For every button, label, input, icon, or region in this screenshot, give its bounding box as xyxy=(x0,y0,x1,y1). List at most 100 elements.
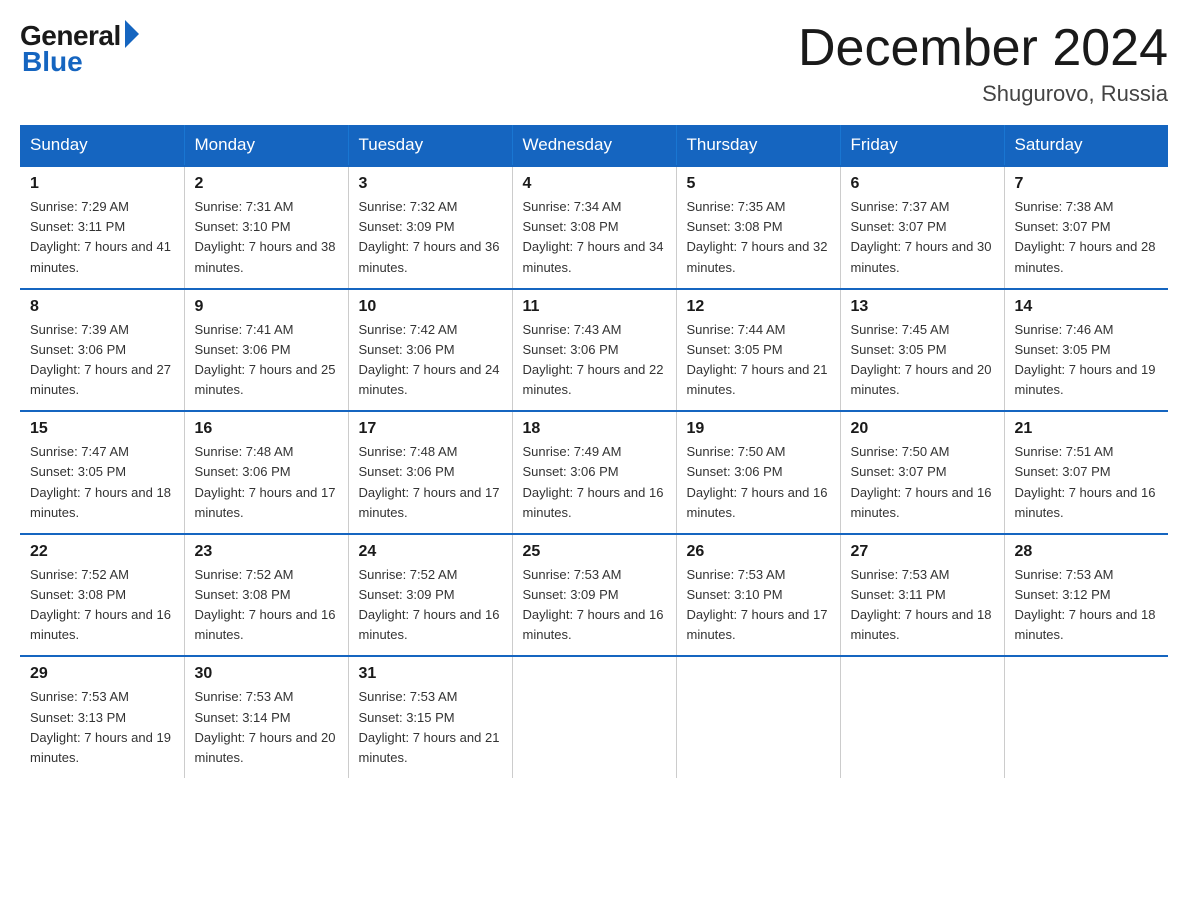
day-info: Sunrise: 7:34 AMSunset: 3:08 PMDaylight:… xyxy=(523,199,664,274)
day-number: 22 xyxy=(30,543,174,561)
day-info: Sunrise: 7:53 AMSunset: 3:10 PMDaylight:… xyxy=(687,567,828,642)
day-number: 28 xyxy=(1015,543,1159,561)
day-number: 16 xyxy=(195,420,338,438)
day-info: Sunrise: 7:43 AMSunset: 3:06 PMDaylight:… xyxy=(523,322,664,397)
calendar-empty-cell xyxy=(1004,656,1168,778)
calendar-day-cell: 31 Sunrise: 7:53 AMSunset: 3:15 PMDaylig… xyxy=(348,656,512,778)
calendar-day-cell: 11 Sunrise: 7:43 AMSunset: 3:06 PMDaylig… xyxy=(512,289,676,412)
calendar-day-cell: 21 Sunrise: 7:51 AMSunset: 3:07 PMDaylig… xyxy=(1004,411,1168,534)
day-number: 7 xyxy=(1015,175,1159,193)
calendar-empty-cell xyxy=(676,656,840,778)
calendar-day-cell: 5 Sunrise: 7:35 AMSunset: 3:08 PMDayligh… xyxy=(676,166,840,289)
calendar-day-cell: 14 Sunrise: 7:46 AMSunset: 3:05 PMDaylig… xyxy=(1004,289,1168,412)
day-info: Sunrise: 7:46 AMSunset: 3:05 PMDaylight:… xyxy=(1015,322,1156,397)
day-info: Sunrise: 7:38 AMSunset: 3:07 PMDaylight:… xyxy=(1015,199,1156,274)
calendar-day-cell: 1 Sunrise: 7:29 AMSunset: 3:11 PMDayligh… xyxy=(20,166,184,289)
calendar-table: SundayMondayTuesdayWednesdayThursdayFrid… xyxy=(20,125,1168,778)
calendar-empty-cell xyxy=(512,656,676,778)
day-number: 15 xyxy=(30,420,174,438)
day-number: 12 xyxy=(687,298,830,316)
calendar-day-cell: 17 Sunrise: 7:48 AMSunset: 3:06 PMDaylig… xyxy=(348,411,512,534)
day-info: Sunrise: 7:31 AMSunset: 3:10 PMDaylight:… xyxy=(195,199,336,274)
day-header-saturday: Saturday xyxy=(1004,125,1168,166)
calendar-week-row: 29 Sunrise: 7:53 AMSunset: 3:13 PMDaylig… xyxy=(20,656,1168,778)
day-number: 20 xyxy=(851,420,994,438)
page-header: General Blue December 2024 Shugurovo, Ru… xyxy=(20,20,1168,107)
day-number: 10 xyxy=(359,298,502,316)
day-number: 23 xyxy=(195,543,338,561)
day-number: 17 xyxy=(359,420,502,438)
day-header-thursday: Thursday xyxy=(676,125,840,166)
day-number: 25 xyxy=(523,543,666,561)
location: Shugurovo, Russia xyxy=(798,81,1168,107)
calendar-day-cell: 28 Sunrise: 7:53 AMSunset: 3:12 PMDaylig… xyxy=(1004,534,1168,657)
day-number: 27 xyxy=(851,543,994,561)
calendar-day-cell: 15 Sunrise: 7:47 AMSunset: 3:05 PMDaylig… xyxy=(20,411,184,534)
day-info: Sunrise: 7:44 AMSunset: 3:05 PMDaylight:… xyxy=(687,322,828,397)
logo-blue-text: Blue xyxy=(22,46,83,78)
day-info: Sunrise: 7:53 AMSunset: 3:09 PMDaylight:… xyxy=(523,567,664,642)
logo: General Blue xyxy=(20,20,139,78)
calendar-week-row: 1 Sunrise: 7:29 AMSunset: 3:11 PMDayligh… xyxy=(20,166,1168,289)
calendar-day-cell: 3 Sunrise: 7:32 AMSunset: 3:09 PMDayligh… xyxy=(348,166,512,289)
day-number: 26 xyxy=(687,543,830,561)
day-info: Sunrise: 7:52 AMSunset: 3:08 PMDaylight:… xyxy=(30,567,171,642)
calendar-day-cell: 24 Sunrise: 7:52 AMSunset: 3:09 PMDaylig… xyxy=(348,534,512,657)
calendar-week-row: 8 Sunrise: 7:39 AMSunset: 3:06 PMDayligh… xyxy=(20,289,1168,412)
day-number: 13 xyxy=(851,298,994,316)
day-info: Sunrise: 7:39 AMSunset: 3:06 PMDaylight:… xyxy=(30,322,171,397)
calendar-day-cell: 10 Sunrise: 7:42 AMSunset: 3:06 PMDaylig… xyxy=(348,289,512,412)
calendar-day-cell: 20 Sunrise: 7:50 AMSunset: 3:07 PMDaylig… xyxy=(840,411,1004,534)
calendar-day-cell: 27 Sunrise: 7:53 AMSunset: 3:11 PMDaylig… xyxy=(840,534,1004,657)
day-info: Sunrise: 7:51 AMSunset: 3:07 PMDaylight:… xyxy=(1015,444,1156,519)
day-number: 19 xyxy=(687,420,830,438)
calendar-day-cell: 30 Sunrise: 7:53 AMSunset: 3:14 PMDaylig… xyxy=(184,656,348,778)
day-info: Sunrise: 7:48 AMSunset: 3:06 PMDaylight:… xyxy=(195,444,336,519)
calendar-week-row: 15 Sunrise: 7:47 AMSunset: 3:05 PMDaylig… xyxy=(20,411,1168,534)
day-info: Sunrise: 7:35 AMSunset: 3:08 PMDaylight:… xyxy=(687,199,828,274)
calendar-day-cell: 6 Sunrise: 7:37 AMSunset: 3:07 PMDayligh… xyxy=(840,166,1004,289)
day-number: 1 xyxy=(30,175,174,193)
day-info: Sunrise: 7:29 AMSunset: 3:11 PMDaylight:… xyxy=(30,199,171,274)
day-header-wednesday: Wednesday xyxy=(512,125,676,166)
day-header-tuesday: Tuesday xyxy=(348,125,512,166)
day-number: 3 xyxy=(359,175,502,193)
month-title: December 2024 xyxy=(798,20,1168,77)
day-number: 24 xyxy=(359,543,502,561)
calendar-day-cell: 8 Sunrise: 7:39 AMSunset: 3:06 PMDayligh… xyxy=(20,289,184,412)
day-info: Sunrise: 7:41 AMSunset: 3:06 PMDaylight:… xyxy=(195,322,336,397)
calendar-day-cell: 23 Sunrise: 7:52 AMSunset: 3:08 PMDaylig… xyxy=(184,534,348,657)
day-header-sunday: Sunday xyxy=(20,125,184,166)
day-info: Sunrise: 7:37 AMSunset: 3:07 PMDaylight:… xyxy=(851,199,992,274)
day-number: 6 xyxy=(851,175,994,193)
day-number: 29 xyxy=(30,665,174,683)
calendar-day-cell: 4 Sunrise: 7:34 AMSunset: 3:08 PMDayligh… xyxy=(512,166,676,289)
calendar-empty-cell xyxy=(840,656,1004,778)
day-info: Sunrise: 7:49 AMSunset: 3:06 PMDaylight:… xyxy=(523,444,664,519)
day-header-friday: Friday xyxy=(840,125,1004,166)
day-number: 5 xyxy=(687,175,830,193)
day-header-monday: Monday xyxy=(184,125,348,166)
calendar-day-cell: 19 Sunrise: 7:50 AMSunset: 3:06 PMDaylig… xyxy=(676,411,840,534)
day-number: 14 xyxy=(1015,298,1159,316)
day-number: 30 xyxy=(195,665,338,683)
day-info: Sunrise: 7:52 AMSunset: 3:09 PMDaylight:… xyxy=(359,567,500,642)
title-block: December 2024 Shugurovo, Russia xyxy=(798,20,1168,107)
day-info: Sunrise: 7:50 AMSunset: 3:06 PMDaylight:… xyxy=(687,444,828,519)
day-info: Sunrise: 7:48 AMSunset: 3:06 PMDaylight:… xyxy=(359,444,500,519)
calendar-day-cell: 29 Sunrise: 7:53 AMSunset: 3:13 PMDaylig… xyxy=(20,656,184,778)
day-info: Sunrise: 7:32 AMSunset: 3:09 PMDaylight:… xyxy=(359,199,500,274)
day-number: 31 xyxy=(359,665,502,683)
day-info: Sunrise: 7:52 AMSunset: 3:08 PMDaylight:… xyxy=(195,567,336,642)
day-number: 21 xyxy=(1015,420,1159,438)
calendar-header-row: SundayMondayTuesdayWednesdayThursdayFrid… xyxy=(20,125,1168,166)
calendar-day-cell: 7 Sunrise: 7:38 AMSunset: 3:07 PMDayligh… xyxy=(1004,166,1168,289)
calendar-day-cell: 12 Sunrise: 7:44 AMSunset: 3:05 PMDaylig… xyxy=(676,289,840,412)
calendar-day-cell: 13 Sunrise: 7:45 AMSunset: 3:05 PMDaylig… xyxy=(840,289,1004,412)
calendar-day-cell: 9 Sunrise: 7:41 AMSunset: 3:06 PMDayligh… xyxy=(184,289,348,412)
day-info: Sunrise: 7:53 AMSunset: 3:15 PMDaylight:… xyxy=(359,689,500,764)
day-number: 2 xyxy=(195,175,338,193)
day-info: Sunrise: 7:42 AMSunset: 3:06 PMDaylight:… xyxy=(359,322,500,397)
day-number: 18 xyxy=(523,420,666,438)
day-number: 4 xyxy=(523,175,666,193)
